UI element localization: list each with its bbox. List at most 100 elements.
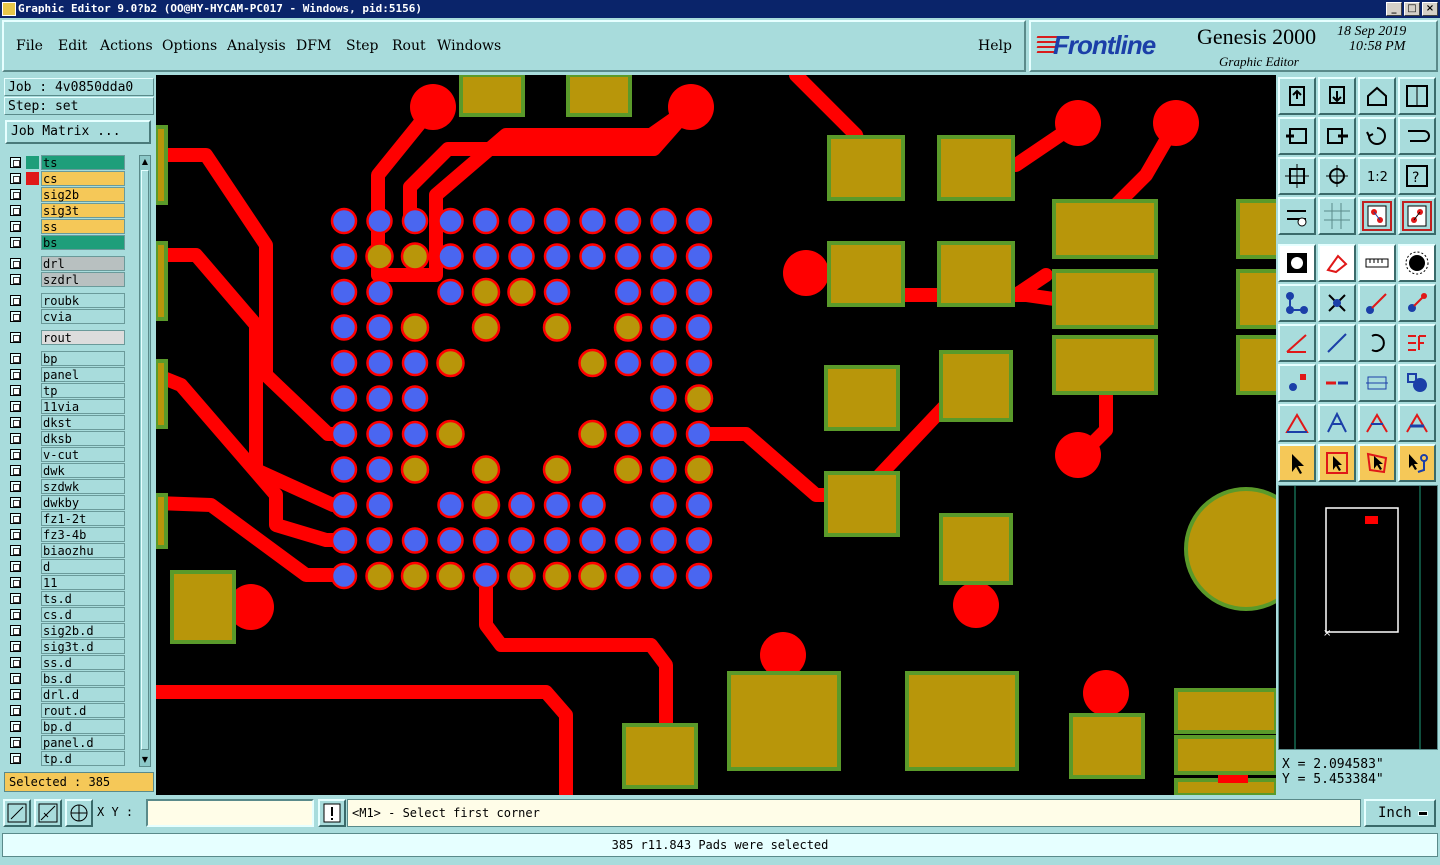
layer-checkbox[interactable] [10,332,21,343]
layer-row-cvia[interactable]: cvia [6,309,126,324]
bga-pad-selected[interactable] [543,278,571,306]
layer-checkbox[interactable] [10,753,21,764]
circle-button[interactable] [1398,244,1436,282]
bga-pad-selected[interactable] [650,527,677,554]
alert-button[interactable] [318,799,346,827]
bga-pad[interactable] [578,561,607,591]
layer-row-cs[interactable]: cs [6,171,126,186]
layer-row-drl[interactable]: drl [6,256,126,271]
trace-button[interactable] [1358,404,1396,442]
layer-checkbox[interactable] [10,689,21,700]
layer-row-cs-d[interactable]: cs.d [6,607,126,622]
layer-row-sig3t-d[interactable]: sig3t.d [6,639,126,654]
dash-button[interactable] [1318,364,1356,402]
measure-button[interactable] [34,799,62,827]
smd-pad[interactable] [156,493,168,549]
layer-checkbox[interactable] [10,237,21,248]
bga-pad-selected[interactable] [543,207,571,235]
layer-checkbox[interactable] [10,433,21,444]
bga-pad[interactable] [684,455,714,484]
layer-row-panel[interactable]: panel [6,367,126,382]
bga-pad-selected[interactable] [437,278,464,306]
save-button[interactable] [1318,77,1356,115]
smd-pad[interactable] [1236,199,1276,259]
bga-pad-selected[interactable] [472,562,500,590]
layer-scrollbar[interactable]: ▲ ▼ [139,155,151,767]
layer-checkbox[interactable] [10,673,21,684]
bga-pad-selected[interactable] [650,278,677,306]
bga-pad[interactable] [507,561,536,591]
ruler-button[interactable] [1358,244,1396,282]
scroll-down-icon[interactable]: ▼ [140,754,150,766]
layer-checkbox[interactable] [10,205,21,216]
bga-pad-selected[interactable] [614,527,642,554]
menu-file[interactable]: File [16,38,43,54]
layer-row-dkst[interactable]: dkst [6,415,126,430]
window-button[interactable] [1398,77,1436,115]
bga-pad[interactable] [471,313,501,342]
layer-row-dksb[interactable]: dksb [6,431,126,446]
layer-row-sig2b-d[interactable]: sig2b.d [6,623,126,638]
bga-pad-selected[interactable] [330,456,358,483]
overview-map[interactable]: × [1278,485,1438,750]
pattern-button[interactable] [1398,364,1436,402]
layer-row-ss[interactable]: ss [6,219,126,234]
graphic-canvas[interactable] [156,75,1276,795]
bga-pad-selected[interactable] [437,243,464,270]
layer-checkbox[interactable] [10,189,21,200]
smd-pad[interactable] [1236,335,1276,395]
smd-pad[interactable] [1174,735,1276,775]
layer-row-fz3-4b[interactable]: fz3-4b [6,527,126,542]
layer-checkbox[interactable] [10,513,21,524]
bga-pad-selected[interactable] [366,420,393,448]
bga-pad-selected[interactable] [330,491,358,519]
arch-button[interactable] [1318,404,1356,442]
bga-pad-selected[interactable] [472,243,500,270]
zoom-in-button[interactable] [1318,157,1356,195]
bga-pad-selected[interactable] [614,349,642,377]
bga-pad-selected[interactable] [650,349,677,377]
layer-checkbox[interactable] [10,353,21,364]
layer-row-szdwk[interactable]: szdwk [6,479,126,494]
layer-checkbox[interactable] [10,545,21,556]
layer-checkbox[interactable] [10,173,21,184]
layer-row-panel-d[interactable]: panel.d [6,735,126,750]
bga-pad-selected[interactable] [508,491,535,519]
bga-pad-selected[interactable] [685,527,713,554]
bga-pad[interactable] [613,455,643,484]
bga-pad-selected[interactable] [650,420,677,448]
bga-pad-selected[interactable] [401,527,429,554]
bga-pad[interactable] [507,277,536,307]
bga-pad[interactable] [471,277,501,307]
layer-row-bp-d[interactable]: bp.d [6,719,126,734]
bga-pad[interactable] [684,384,714,413]
layer-row-dwk[interactable]: dwk [6,463,126,478]
layer-row-fz1-2t[interactable]: fz1-2t [6,511,126,526]
layer-checkbox[interactable] [10,449,21,460]
layer-row-bs-d[interactable]: bs.d [6,671,126,686]
select-box-button[interactable] [1318,444,1356,482]
bga-pad-selected[interactable] [685,243,713,270]
layer-checkbox[interactable] [10,641,21,652]
bga-pad-selected[interactable] [543,491,571,519]
bga-pad-selected[interactable] [366,527,393,554]
layer-row-v-cut[interactable]: v-cut [6,447,126,462]
layer-checkbox[interactable] [10,417,21,428]
bga-pad-selected[interactable] [401,207,429,235]
scroll-up-icon[interactable]: ▲ [140,156,150,168]
bga-pad-selected[interactable] [366,349,393,377]
bga-pad-selected[interactable] [330,420,358,448]
layer-row-ts-d[interactable]: ts.d [6,591,126,606]
layer-checkbox[interactable] [10,465,21,476]
bga-pad-selected[interactable] [685,314,713,341]
layer-checkbox[interactable] [10,258,21,269]
smd-pad[interactable] [156,125,168,205]
menu-step[interactable]: Step [346,38,378,54]
menu-analysis[interactable]: Analysis [227,38,286,54]
smd-pad[interactable] [937,135,1015,201]
layer-checkbox[interactable] [10,221,21,232]
measure-button[interactable] [1278,324,1316,362]
pad-button[interactable] [1278,244,1316,282]
menu-actions[interactable]: Actions [100,38,153,54]
connect-button[interactable] [1278,284,1316,322]
